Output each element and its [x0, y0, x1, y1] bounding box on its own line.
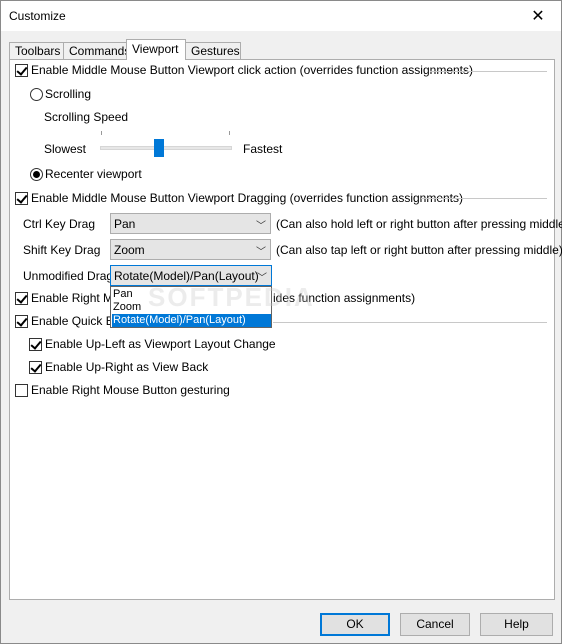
slider-tick [229, 131, 230, 135]
up-left-label: Enable Up-Left as Viewport Layout Change [45, 337, 276, 351]
middle-click-label: Enable Middle Mouse Button Viewport clic… [31, 63, 473, 77]
up-left-checkbox[interactable] [29, 338, 42, 351]
right-mouse-checkbox[interactable] [15, 292, 28, 305]
close-icon[interactable]: ✕ [515, 1, 561, 31]
shift-drag-note: (Can also tap left or right button after… [276, 243, 562, 257]
tab-toolbars[interactable]: Toolbars [9, 42, 64, 59]
shift-drag-value: Zoom [114, 243, 145, 257]
slider-max-label: Fastest [243, 142, 283, 156]
unmodified-drag-label: Unmodified Drag [23, 269, 114, 283]
recenter-radio[interactable] [30, 168, 43, 181]
separator [273, 322, 547, 323]
shift-drag-label: Shift Key Drag [23, 243, 101, 257]
quick-eye-checkbox[interactable] [15, 315, 28, 328]
shift-drag-select[interactable]: Zoom ﹀ [110, 239, 271, 260]
scrolling-radio[interactable] [30, 88, 43, 101]
speed-slider-track[interactable] [100, 146, 232, 150]
ok-button[interactable]: OK [320, 613, 390, 636]
middle-drag-checkbox[interactable] [15, 192, 28, 205]
up-right-checkbox[interactable] [29, 361, 42, 374]
slider-min-label: Slowest [44, 142, 87, 156]
tab-gestures[interactable]: Gestures [185, 42, 241, 59]
ctrl-drag-label: Ctrl Key Drag [23, 217, 96, 231]
help-button[interactable]: Help [480, 613, 553, 636]
chevron-down-icon: ﹀ [256, 221, 266, 232]
tab-commands[interactable]: Commands [63, 42, 130, 59]
watermark: SOFTPEDIA [148, 282, 315, 312]
dropdown-option-rotate[interactable]: Rotate(Model)/Pan(Layout) [112, 314, 271, 327]
middle-drag-label: Enable Middle Mouse Button Viewport Drag… [31, 191, 464, 205]
ctrl-drag-select[interactable]: Pan ﹀ [110, 213, 271, 234]
speed-slider-thumb[interactable] [154, 139, 164, 157]
scrolling-speed-label: Scrolling Speed [44, 110, 129, 124]
chevron-down-icon: ﹀ [256, 247, 266, 258]
ctrl-drag-note: (Can also hold left or right button afte… [276, 217, 562, 231]
separator [430, 71, 547, 72]
separator [421, 198, 547, 199]
up-right-label: Enable Up-Right as View Back [45, 360, 209, 374]
cancel-button[interactable]: Cancel [400, 613, 470, 636]
tab-viewport[interactable]: Viewport [126, 39, 186, 60]
right-gesture-checkbox[interactable] [15, 384, 28, 397]
viewport-panel [9, 59, 555, 600]
right-gesture-label: Enable Right Mouse Button gesturing [31, 383, 230, 397]
title-bar: Customize ✕ [1, 1, 561, 31]
unmodified-drag-value: Rotate(Model)/Pan(Layout) [114, 269, 259, 283]
recenter-label: Recenter viewport [45, 167, 142, 181]
scrolling-label: Scrolling [45, 87, 92, 101]
slider-tick [101, 131, 102, 135]
window-title: Customize [9, 9, 66, 23]
middle-click-checkbox[interactable] [15, 64, 28, 77]
ctrl-drag-value: Pan [114, 217, 136, 231]
